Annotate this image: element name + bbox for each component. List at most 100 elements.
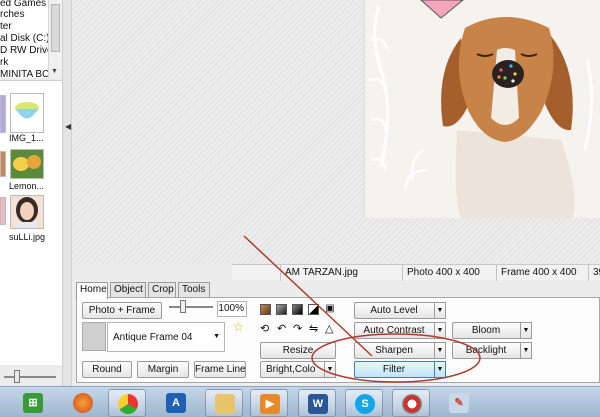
swatch-gray-icon[interactable] (276, 304, 287, 315)
favorite-star-icon[interactable]: ☆ (233, 320, 244, 334)
taskbar-item[interactable] (205, 389, 243, 417)
tree-item[interactable]: ed Games (0, 0, 46, 9)
taskbar-item[interactable] (392, 389, 430, 417)
portrait-image (16, 197, 38, 228)
tree-item[interactable]: D RW Drive (0, 45, 53, 56)
home-panel: Photo + Frame 100% Antique Frame 04 ▼ ☆ … (76, 297, 600, 383)
tree-item[interactable]: rk (0, 57, 8, 68)
frame-line-button[interactable]: Frame Line (194, 361, 246, 378)
taskbar-item[interactable]: ▶ (250, 389, 288, 417)
frame-selector[interactable]: Antique Frame 04 ▼ (107, 322, 225, 352)
taskbar-item[interactable] (64, 389, 102, 417)
dropdown-arrow-icon[interactable]: ▼ (434, 322, 446, 339)
dropdown-arrow-icon[interactable]: ▼ (434, 342, 446, 359)
status-bar: AM TARZAN.jpg Photo 400 x 400 Frame 400 … (232, 264, 600, 281)
image-icon[interactable]: ▣ (324, 303, 336, 315)
flip-horizontal-icon[interactable]: ⇋ (309, 322, 318, 335)
round-button[interactable]: Round (82, 361, 132, 378)
taskbar-item[interactable] (108, 389, 146, 417)
dropdown-arrow-icon[interactable]: ▼ (213, 333, 220, 340)
dropdown-arrow-icon[interactable]: ▼ (520, 342, 532, 359)
tab-crop[interactable]: Crop (148, 282, 176, 298)
tab-home[interactable]: Home (76, 282, 108, 299)
bloom-button[interactable]: Bloom ▼ (452, 322, 532, 339)
resize-button[interactable]: Resize (260, 342, 336, 359)
swatch-brown-icon[interactable] (260, 304, 271, 315)
filter-button[interactable]: Filter ▼ (354, 361, 446, 378)
tree-scrollbar[interactable]: ▼ (48, 0, 62, 78)
status-frame-size: Frame 400 x 400 (496, 265, 588, 281)
swatch-dark-icon[interactable] (292, 304, 303, 315)
taskbar-item[interactable]: A (157, 389, 195, 417)
thumbnail-partial[interactable] (0, 197, 6, 225)
food-image (11, 150, 43, 178)
dropdown-arrow-icon[interactable]: ▼ (520, 322, 532, 339)
dropdown-arrow-icon[interactable]: ▼ (434, 302, 446, 319)
thumbnail-partial[interactable] (0, 95, 6, 133)
taskbar-item[interactable]: ✎ (440, 389, 478, 417)
photoscape-icon[interactable] (402, 394, 422, 414)
zoom-input[interactable]: 100% (217, 301, 247, 317)
tree-item[interactable]: MINITA BC (0, 69, 49, 78)
auto-level-button[interactable]: Auto Level ▼ (354, 302, 446, 319)
sharpen-label: Sharpen (375, 345, 413, 356)
bright-color-button[interactable]: Bright,Colo ▼ (260, 361, 336, 378)
slider-knob[interactable] (14, 370, 20, 383)
skype-icon[interactable]: S (355, 394, 375, 414)
panel-splitter[interactable]: ◀ (62, 0, 72, 390)
margin-button[interactable]: Margin (137, 361, 189, 378)
frame-size-slider[interactable] (169, 306, 213, 308)
word-icon[interactable]: W (308, 394, 328, 414)
dog-photo (365, 0, 600, 218)
file-explorer-icon[interactable] (215, 394, 235, 414)
firefox-icon[interactable] (73, 393, 93, 413)
thumbnail-list: IMG_1... Lemon... suLLi.jpg (0, 80, 62, 365)
slider-track (4, 376, 56, 378)
sharpen-button[interactable]: Sharpen ▼ (354, 342, 446, 359)
scroll-down-arrow-icon[interactable]: ▼ (51, 68, 58, 75)
filter-label: Filter (382, 364, 406, 375)
thumbnail-zoom-slider[interactable] (0, 366, 62, 386)
tree-item[interactable]: al Disk (C:) (0, 33, 49, 44)
flip-vertical-icon[interactable]: △ (325, 322, 333, 335)
status-extra: 39 (588, 265, 600, 281)
bright-color-label: Bright,Colo (266, 364, 316, 375)
dropdown-arrow-icon[interactable]: ▼ (324, 361, 336, 378)
thumbnail-partial[interactable] (0, 151, 6, 177)
auto-level-label: Auto Level (370, 305, 418, 316)
thumbnail-lemon[interactable] (10, 149, 44, 179)
backlight-button[interactable]: Backlight ▼ (452, 342, 532, 359)
photo-preview[interactable] (364, 0, 600, 218)
taskbar-item[interactable]: S (345, 389, 383, 417)
auto-contrast-label: Auto Contrast (363, 325, 425, 336)
app-a-icon[interactable]: A (166, 393, 186, 413)
taskbar-item[interactable]: ⊞ (14, 389, 52, 417)
photo-frame-button[interactable]: Photo + Frame (82, 302, 162, 319)
dropdown-arrow-icon[interactable]: ▼ (434, 361, 446, 378)
undo-rotate-icon[interactable]: ↶ (277, 322, 286, 335)
tree-item[interactable]: ter (0, 21, 12, 32)
status-photo-size: Photo 400 x 400 (402, 265, 494, 281)
scrollbar-thumb[interactable] (51, 4, 60, 52)
slider-knob[interactable] (180, 300, 186, 313)
thumbnail-portrait[interactable] (10, 195, 44, 229)
auto-contrast-button[interactable]: Auto Contrast ▼ (354, 322, 446, 339)
chrome-icon[interactable] (118, 394, 138, 414)
thumbnail-label: IMG_1... (9, 133, 44, 143)
start-orb-icon[interactable]: ⊞ (23, 393, 43, 413)
tab-tools[interactable]: Tools (178, 282, 210, 298)
tab-object[interactable]: Object (110, 282, 146, 298)
bloom-label: Bloom (471, 325, 501, 336)
thumbnail-label: Lemon... (9, 181, 45, 191)
thumbnail-label: suLLi.jpg (9, 232, 46, 242)
rotate-icon[interactable]: ⟲ (260, 322, 269, 335)
thumbnail-bowl[interactable] (10, 93, 44, 133)
redo-rotate-icon[interactable]: ↷ (293, 322, 302, 335)
paint-icon[interactable]: ✎ (449, 393, 469, 413)
collapse-arrow-icon[interactable]: ◀ (65, 122, 71, 131)
swatch-bw-icon[interactable] (308, 304, 319, 315)
media-player-icon[interactable]: ▶ (260, 394, 280, 414)
tree-item[interactable]: rches (0, 9, 24, 20)
backlight-label: Backlight (465, 345, 507, 356)
taskbar-item[interactable]: W (298, 389, 336, 417)
